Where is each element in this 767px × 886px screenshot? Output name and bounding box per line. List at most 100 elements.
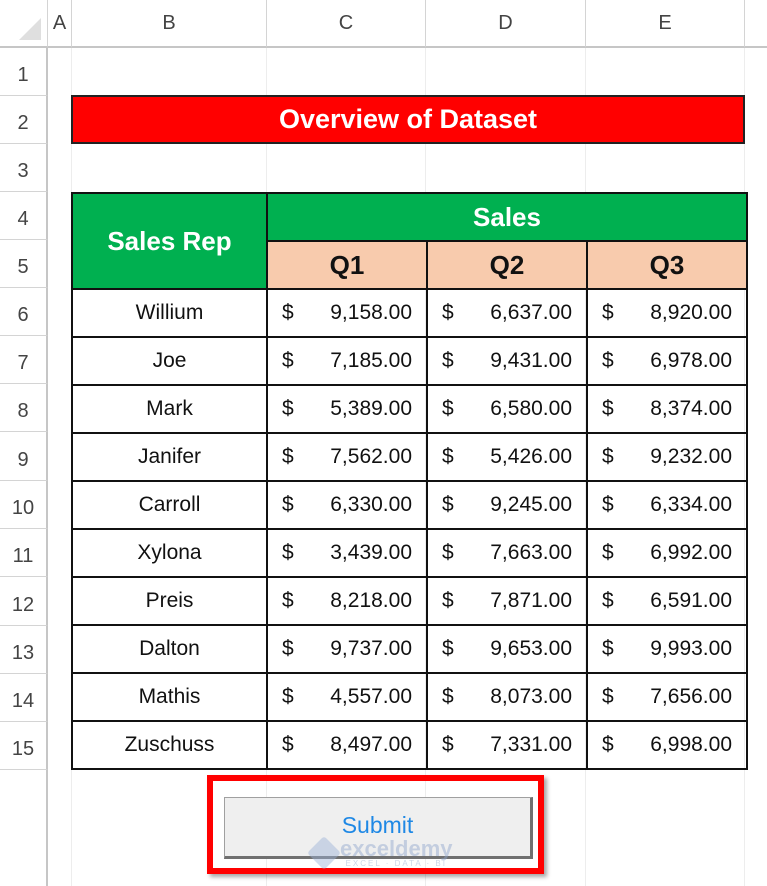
currency-symbol: $ [602, 445, 614, 468]
sales-rep-cell[interactable]: Xylona [71, 528, 268, 578]
sales-q1-cell[interactable]: $6,330.00 [266, 480, 428, 530]
row-header-10[interactable]: 10 [0, 481, 48, 529]
column-header-b[interactable]: B [72, 0, 267, 48]
currency-value: $9,653.00 [442, 637, 572, 661]
row-header-15[interactable]: 15 [0, 722, 48, 770]
header-q2[interactable]: Q2 [426, 240, 588, 290]
sales-q3-cell[interactable]: $8,920.00 [586, 288, 748, 338]
header-q3[interactable]: Q3 [586, 240, 748, 290]
row-header-4[interactable]: 4 [0, 192, 48, 240]
sales-q3-cell[interactable]: $6,591.00 [586, 576, 748, 626]
sales-q1-cell[interactable]: $7,185.00 [266, 336, 428, 386]
amount: 7,663.00 [490, 541, 572, 564]
sales-q3-cell[interactable]: $8,374.00 [586, 384, 748, 434]
sales-q3-cell[interactable]: $6,992.00 [586, 528, 748, 578]
sales-q2-cell[interactable]: $7,871.00 [426, 576, 588, 626]
amount: 6,330.00 [330, 493, 412, 516]
sales-q2-cell[interactable]: $9,245.00 [426, 480, 588, 530]
sales-rep-cell[interactable]: Carroll [71, 480, 268, 530]
table-row: Mark $5,389.00 $6,580.00 $8,374.00 [71, 384, 748, 434]
exceldemy-logo-icon [307, 836, 341, 870]
currency-symbol: $ [602, 589, 614, 612]
row-header-14[interactable]: 14 [0, 674, 48, 722]
row-header-3[interactable]: 3 [0, 144, 48, 192]
amount: 8,073.00 [490, 685, 572, 708]
currency-value: $6,637.00 [442, 301, 572, 325]
sales-q2-cell[interactable]: $7,331.00 [426, 720, 588, 770]
sales-rep-cell[interactable]: Preis [71, 576, 268, 626]
sales-q2-cell[interactable]: $7,663.00 [426, 528, 588, 578]
sales-q3-cell[interactable]: $9,993.00 [586, 624, 748, 674]
sales-q1-cell[interactable]: $4,557.00 [266, 672, 428, 722]
column-header-a[interactable]: A [48, 0, 72, 48]
header-q1[interactable]: Q1 [266, 240, 428, 290]
select-all-corner[interactable] [0, 0, 48, 48]
currency-symbol: $ [442, 685, 454, 708]
currency-value: $7,871.00 [442, 589, 572, 613]
row-header-12[interactable]: 12 [0, 577, 48, 626]
sales-q1-cell[interactable]: $5,389.00 [266, 384, 428, 434]
sales-rep-cell[interactable]: Willium [71, 288, 268, 338]
sales-q3-cell[interactable]: $7,656.00 [586, 672, 748, 722]
sales-q3-cell[interactable]: $6,334.00 [586, 480, 748, 530]
row-header-5[interactable]: 5 [0, 240, 48, 288]
currency-value: $6,330.00 [282, 493, 412, 517]
table-row: Dalton $9,737.00 $9,653.00 $9,993.00 [71, 624, 748, 674]
currency-value: $9,431.00 [442, 349, 572, 373]
row-header-2[interactable]: 2 [0, 96, 48, 144]
amount: 6,978.00 [650, 349, 732, 372]
header-sales-rep[interactable]: Sales Rep [71, 192, 268, 290]
sales-q2-cell[interactable]: $5,426.00 [426, 432, 588, 482]
sales-q2-cell[interactable]: $9,653.00 [426, 624, 588, 674]
currency-symbol: $ [442, 493, 454, 516]
row-header-8[interactable]: 8 [0, 384, 48, 432]
sales-q3-cell[interactable]: $9,232.00 [586, 432, 748, 482]
sales-rep-cell[interactable]: Zuschuss [71, 720, 268, 770]
sales-q2-cell[interactable]: $6,580.00 [426, 384, 588, 434]
sales-rep-cell[interactable]: Mathis [71, 672, 268, 722]
amount: 6,998.00 [650, 733, 732, 756]
currency-symbol: $ [282, 685, 294, 708]
currency-symbol: $ [442, 733, 454, 756]
currency-value: $9,232.00 [602, 445, 732, 469]
currency-symbol: $ [602, 685, 614, 708]
row-header-11[interactable]: 11 [0, 529, 48, 577]
currency-value: $8,374.00 [602, 397, 732, 421]
column-header-e[interactable]: E [586, 0, 745, 48]
table-header-row: Sales Rep Sales [71, 192, 748, 290]
currency-symbol: $ [282, 637, 294, 660]
sales-rep-cell[interactable]: Joe [71, 336, 268, 386]
currency-symbol: $ [282, 589, 294, 612]
sales-rep-cell[interactable]: Dalton [71, 624, 268, 674]
sales-q2-cell[interactable]: $6,637.00 [426, 288, 588, 338]
row-header-1[interactable]: 1 [0, 48, 48, 96]
currency-symbol: $ [282, 541, 294, 564]
sales-q3-cell[interactable]: $6,978.00 [586, 336, 748, 386]
sales-q1-cell[interactable]: $8,497.00 [266, 720, 428, 770]
column-header-d[interactable]: D [426, 0, 586, 48]
currency-symbol: $ [282, 397, 294, 420]
sales-rep-cell[interactable]: Janifer [71, 432, 268, 482]
currency-value: $6,978.00 [602, 349, 732, 373]
sales-q3-cell[interactable]: $6,998.00 [586, 720, 748, 770]
column-header-f[interactable] [745, 0, 767, 48]
currency-value: $6,992.00 [602, 541, 732, 565]
sales-q1-cell[interactable]: $9,737.00 [266, 624, 428, 674]
sales-rep-cell[interactable]: Mark [71, 384, 268, 434]
amount: 9,431.00 [490, 349, 572, 372]
row-header-13[interactable]: 13 [0, 626, 48, 674]
sales-q1-cell[interactable]: $8,218.00 [266, 576, 428, 626]
sales-q2-cell[interactable]: $8,073.00 [426, 672, 588, 722]
sales-q1-cell[interactable]: $7,562.00 [266, 432, 428, 482]
row-header-9[interactable]: 9 [0, 432, 48, 481]
currency-symbol: $ [282, 493, 294, 516]
row-header-7[interactable]: 7 [0, 336, 48, 384]
sales-q1-cell[interactable]: $9,158.00 [266, 288, 428, 338]
sales-q2-cell[interactable]: $9,431.00 [426, 336, 588, 386]
column-header-c[interactable]: C [267, 0, 426, 48]
currency-value: $5,389.00 [282, 397, 412, 421]
header-sales[interactable]: Sales [266, 192, 748, 242]
row-header-6[interactable]: 6 [0, 288, 48, 336]
sales-q1-cell[interactable]: $3,439.00 [266, 528, 428, 578]
dataset-title[interactable]: Overview of Dataset [71, 95, 745, 144]
